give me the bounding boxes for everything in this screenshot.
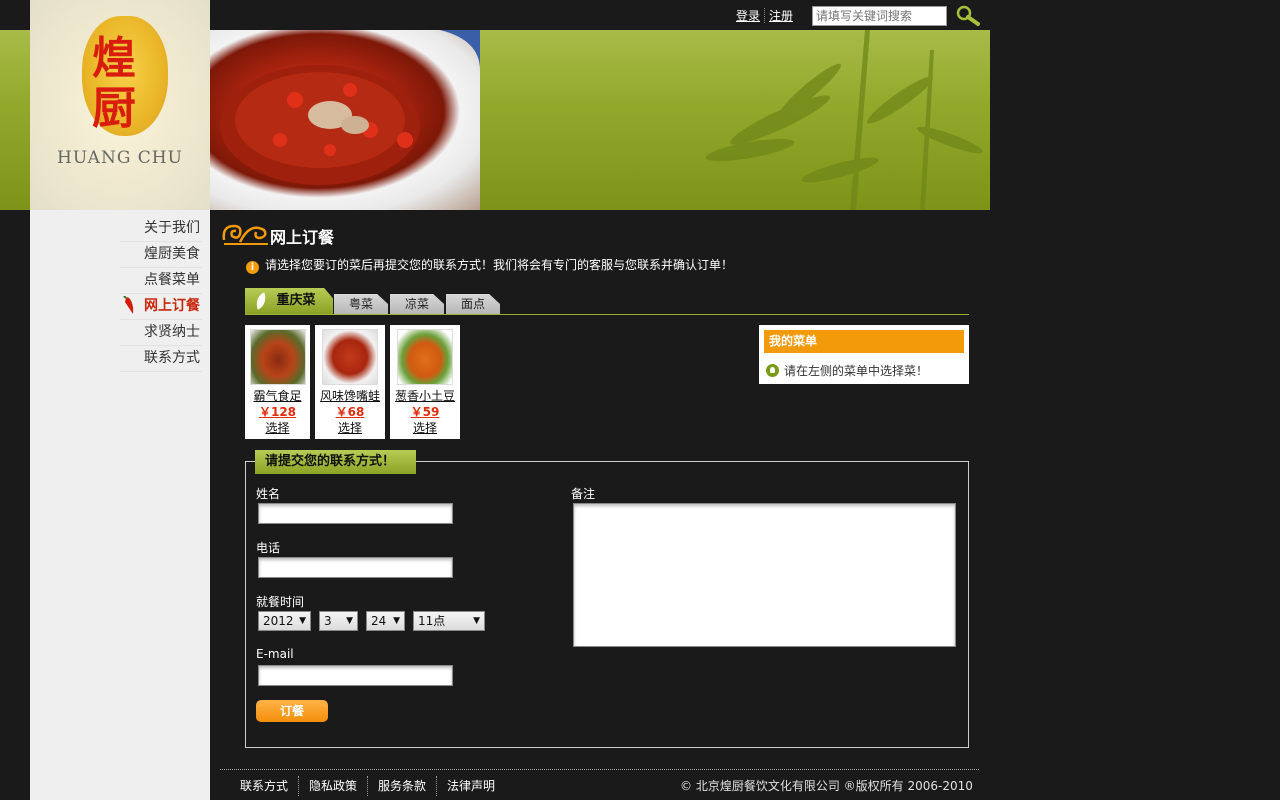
dish-price: ￥59 <box>410 405 440 419</box>
logo[interactable]: 煌 厨 HUANG CHU <box>30 0 210 210</box>
name-field[interactable] <box>258 503 453 524</box>
dish-select-link[interactable]: 选择 <box>390 420 460 436</box>
dish-thumbnail[interactable] <box>397 329 453 385</box>
leaf-icon <box>252 292 270 310</box>
main-nav: 关于我们 煌厨美食 点餐菜单 网上订餐 求贤纳士 联系方式 <box>120 216 202 372</box>
tab-label: 重庆菜 <box>276 293 316 308</box>
top-links: 登录 注册 <box>736 7 793 24</box>
dish-select-link[interactable]: 选择 <box>245 420 310 436</box>
footer-link-contact[interactable]: 联系方式 <box>240 779 288 793</box>
email-field[interactable] <box>258 665 453 686</box>
logo-char-bottom: 厨 <box>92 83 136 134</box>
nav-item-about[interactable]: 关于我们 <box>120 216 202 242</box>
tab-pastries[interactable]: 面点 <box>446 294 500 314</box>
register-link[interactable]: 注册 <box>769 9 793 23</box>
contact-form-legend: 请提交您的联系方式！ <box>255 450 416 474</box>
footer-separator <box>298 776 300 796</box>
hour-select[interactable]: 11点 ▼ <box>413 611 485 631</box>
dish-thumbnail[interactable] <box>322 329 378 385</box>
dish-name[interactable]: 风味馋嘴蛙 <box>315 388 385 404</box>
nav-item-contact[interactable]: 联系方式 <box>120 346 202 372</box>
tab-cantonese[interactable]: 粤菜 <box>334 294 388 314</box>
login-link[interactable]: 登录 <box>736 9 760 23</box>
nav-item-careers[interactable]: 求贤纳士 <box>120 320 202 346</box>
dish-card: 霸气食足 ￥128 选择 <box>245 325 310 439</box>
dish-card: 风味馋嘴蛙 ￥68 选择 <box>315 325 385 439</box>
chevron-down-icon: ▼ <box>299 616 306 626</box>
search-input[interactable] <box>812 6 947 26</box>
chevron-down-icon: ▼ <box>346 616 353 626</box>
phone-label: 电话 <box>256 541 281 555</box>
search-button[interactable] <box>955 5 981 27</box>
nav-item-cuisine[interactable]: 煌厨美食 <box>120 242 202 268</box>
footer-separator <box>436 776 438 796</box>
month-value: 3 <box>324 614 332 628</box>
logo-english-name: HUANG CHU <box>57 148 183 168</box>
notes-label: 备注 <box>571 487 596 501</box>
my-menu-title: 我的菜单 <box>764 330 964 353</box>
my-menu-empty-text: 请在左侧的菜单中选择菜！ <box>784 364 929 378</box>
time-label: 就餐时间 <box>256 595 305 609</box>
banner-food-photo <box>210 30 480 210</box>
chevron-down-icon: ▼ <box>393 616 400 626</box>
footer-link-privacy[interactable]: 隐私政策 <box>309 779 357 793</box>
footer-divider <box>220 769 979 770</box>
order-notice: i 请选择您要订的菜后再提交您的联系方式！我们将会有专门的客服与您联系并确认订单！ <box>246 256 733 274</box>
dish-price: ￥68 <box>335 405 365 419</box>
chili-pepper-icon <box>122 295 136 316</box>
dish-name[interactable]: 霸气食足 <box>245 388 310 404</box>
year-value: 2012 <box>263 614 294 628</box>
dish-name[interactable]: 葱香小土豆 <box>390 388 460 404</box>
search-icon <box>956 5 980 26</box>
top-link-divider <box>764 8 766 23</box>
dish-select-link[interactable]: 选择 <box>315 420 385 436</box>
my-menu-empty: 请在左侧的菜单中选择菜！ <box>766 362 928 379</box>
phone-field[interactable] <box>258 557 453 578</box>
order-submit-button[interactable]: 订餐 <box>256 700 328 722</box>
footer-link-legal[interactable]: 法律声明 <box>447 779 495 793</box>
hour-value: 11点 <box>418 614 446 628</box>
copyright: © 北京煌厨餐饮文化有限公司 ®版权所有 2006-2010 <box>680 779 973 793</box>
email-label: E-mail <box>256 647 294 661</box>
cloud-swirl-icon <box>220 218 270 248</box>
notes-textarea[interactable] <box>573 503 956 647</box>
info-icon: i <box>246 261 259 274</box>
dish-price: ￥128 <box>258 405 297 419</box>
nav-item-menu[interactable]: 点餐菜单 <box>120 268 202 294</box>
name-label: 姓名 <box>256 487 281 501</box>
notice-text: 请选择您要订的菜后再提交您的联系方式！我们将会有专门的客服与您联系并确认订单！ <box>265 258 734 272</box>
footer-link-terms[interactable]: 服务条款 <box>378 779 426 793</box>
my-menu-panel: 我的菜单 请在左侧的菜单中选择菜！ <box>759 325 969 384</box>
tab-chongqing[interactable]: 重庆菜 <box>245 288 333 314</box>
tab-cold-dishes[interactable]: 凉菜 <box>390 294 444 314</box>
day-select[interactable]: 24 ▼ <box>366 611 405 631</box>
page-title: 网上订餐 <box>270 228 335 247</box>
cuisine-tabs: 重庆菜 粤菜 凉菜 面点 <box>245 288 969 315</box>
year-select[interactable]: 2012 ▼ <box>258 611 311 631</box>
banner-bamboo-decoration <box>690 30 990 210</box>
dish-card: 葱香小土豆 ￥59 选择 <box>390 325 460 439</box>
chevron-down-icon: ▼ <box>473 616 480 626</box>
month-select[interactable]: 3 ▼ <box>319 611 358 631</box>
dish-thumbnail[interactable] <box>249 329 306 385</box>
left-sidebar: 关于我们 煌厨美食 点餐菜单 网上订餐 求贤纳士 联系方式 <box>30 210 210 800</box>
tip-icon <box>766 364 779 377</box>
day-value: 24 <box>371 614 387 628</box>
footer-separator <box>367 776 369 796</box>
footer-links: 联系方式 隐私政策 服务条款 法律声明 <box>240 776 495 796</box>
